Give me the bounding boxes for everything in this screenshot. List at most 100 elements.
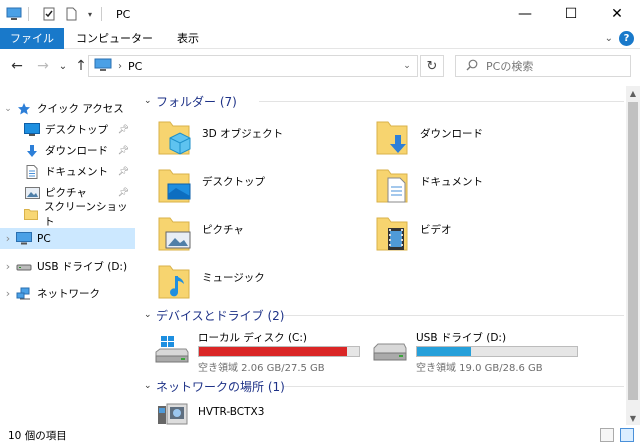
collapse-chevron-icon[interactable]: ⌄ xyxy=(0,104,16,114)
window-controls: — ☐ ✕ xyxy=(502,0,640,28)
group-title: デバイスとドライブ (2) xyxy=(156,308,285,323)
breadcrumb-separator[interactable]: › xyxy=(118,61,122,72)
view-switcher xyxy=(600,428,634,442)
videos-folder-icon xyxy=(374,214,410,254)
sidebar-item-label: USB ドライブ (D:) xyxy=(37,261,128,273)
folder-item-videos[interactable]: ビデオ xyxy=(358,214,568,258)
close-button[interactable]: ✕ xyxy=(594,0,640,28)
collapse-chevron-icon[interactable]: ⌄ xyxy=(144,96,156,106)
tab-view[interactable]: 表示 xyxy=(165,28,211,49)
minimize-button[interactable]: — xyxy=(502,0,548,28)
drive-item-d[interactable]: USB ドライブ (D:) 空き領域 19.0 GB/28.6 GB xyxy=(358,330,588,374)
sidebar-item-desktop[interactable]: デスクトップ 📌︎ xyxy=(0,119,135,140)
pc-app-icon[interactable] xyxy=(6,6,22,22)
pictures-folder-icon xyxy=(156,214,192,254)
pin-icon: 📌︎ xyxy=(117,145,129,156)
music-folder-icon xyxy=(156,262,192,302)
folder-name: ドキュメント xyxy=(420,176,483,188)
breadcrumb-pc[interactable]: PC xyxy=(128,60,142,73)
expand-ribbon-icon[interactable]: ⌄ xyxy=(605,33,613,44)
sidebar-item-usb-drive[interactable]: › USB ドライブ (D:) xyxy=(0,256,135,277)
sidebar-item-network[interactable]: › ネットワーク xyxy=(0,283,135,304)
customize-toolbar-icon[interactable]: ▾ xyxy=(85,6,95,22)
pictures-icon xyxy=(24,185,40,201)
collapse-chevron-icon[interactable]: ⌄ xyxy=(144,310,156,320)
sidebar-item-label: クイック アクセス xyxy=(37,103,124,115)
download-icon xyxy=(24,143,40,159)
folder-icon xyxy=(24,206,40,222)
scroll-up-arrow-icon[interactable]: ▲ xyxy=(626,86,640,100)
tab-computer[interactable]: コンピューター xyxy=(64,28,165,49)
new-folder-icon[interactable] xyxy=(63,6,79,22)
network-icon xyxy=(16,286,32,302)
drive-name: USB ドライブ (D:) xyxy=(416,332,507,344)
drive-name: ローカル ディスク (C:) xyxy=(198,332,308,344)
folder-item-documents[interactable]: ドキュメント xyxy=(358,166,568,210)
expand-chevron-icon[interactable]: › xyxy=(0,260,16,273)
folder-name: ダウンロード xyxy=(420,128,483,140)
drive-usage-fill xyxy=(199,347,347,356)
back-button[interactable]: ← xyxy=(8,58,26,74)
documents-folder-icon xyxy=(374,166,410,206)
expand-chevron-icon[interactable]: › xyxy=(0,287,16,300)
documents-icon xyxy=(24,164,40,180)
scrollbar-thumb[interactable] xyxy=(628,102,638,400)
sidebar-item-screenshots[interactable]: スクリーンショット xyxy=(0,201,135,228)
address-dropdown-icon[interactable]: ⌄ xyxy=(397,56,417,76)
address-bar[interactable]: › PC ⌄ xyxy=(88,55,418,77)
windows-drive-icon xyxy=(154,336,190,369)
group-header-network[interactable]: ⌄ ネットワークの場所 (1) xyxy=(144,377,624,395)
media-device-icon xyxy=(156,402,190,426)
drive-item-c[interactable]: ローカル ディスク (C:) 空き領域 2.06 GB/27.5 GB xyxy=(140,330,370,374)
group-header-drives[interactable]: ⌄ デバイスとドライブ (2) xyxy=(144,306,624,324)
folder-item-3d-objects[interactable]: 3D オブジェクト xyxy=(140,118,350,162)
tiles-view-icon[interactable] xyxy=(620,428,634,442)
divider xyxy=(101,7,102,21)
status-bar: 10 個の項目 xyxy=(0,425,640,445)
desktop-folder-icon xyxy=(156,166,192,206)
3d-objects-icon xyxy=(156,118,192,158)
properties-icon[interactable] xyxy=(41,6,57,22)
usb-drive-icon xyxy=(372,336,408,369)
maximize-button[interactable]: ☐ xyxy=(548,0,594,28)
drive-free-space: 空き領域 2.06 GB/27.5 GB xyxy=(198,363,325,374)
group-header-folders[interactable]: ⌄ フォルダー (7) xyxy=(144,92,624,110)
sidebar-item-label: ネットワーク xyxy=(37,288,100,300)
title-bar: ▾ PC — ☐ ✕ xyxy=(0,0,640,28)
folder-name: ビデオ xyxy=(420,224,452,236)
group-title: フォルダー (7) xyxy=(156,94,237,109)
network-item-hvtr[interactable]: HVTR-BCTX3 xyxy=(140,400,370,426)
usb-drive-icon xyxy=(16,259,32,275)
search-input[interactable]: PCの検索 xyxy=(455,55,631,77)
folder-item-downloads[interactable]: ダウンロード xyxy=(358,118,568,162)
search-placeholder: PCの検索 xyxy=(486,60,534,73)
details-view-icon[interactable] xyxy=(600,428,614,442)
window-title: PC xyxy=(116,7,131,21)
sidebar-item-downloads[interactable]: ダウンロード 📌︎ xyxy=(0,140,135,161)
divider xyxy=(284,315,624,316)
drive-usage-bar xyxy=(416,346,578,357)
help-button[interactable]: ? xyxy=(619,31,634,46)
folder-name: 3D オブジェクト xyxy=(202,128,284,140)
folder-item-desktop[interactable]: デスクトップ xyxy=(140,166,350,210)
sidebar-item-quick-access[interactable]: ⌄ クイック アクセス xyxy=(0,98,135,119)
folder-item-pictures[interactable]: ピクチャ xyxy=(140,214,350,258)
sidebar-item-documents[interactable]: ドキュメント 📌︎ xyxy=(0,161,135,182)
divider xyxy=(284,386,624,387)
scroll-down-arrow-icon[interactable]: ▼ xyxy=(626,411,640,425)
sidebar-item-pc[interactable]: › PC xyxy=(0,228,135,249)
vertical-scrollbar[interactable]: ▲ ▼ xyxy=(626,86,640,425)
sidebar-item-label: PC xyxy=(37,232,51,245)
collapse-chevron-icon[interactable]: ⌄ xyxy=(144,381,156,391)
recent-locations-button[interactable]: ⌄ xyxy=(54,61,72,72)
tab-file[interactable]: ファイル xyxy=(0,27,64,49)
folder-name: ピクチャ xyxy=(202,224,244,236)
refresh-button[interactable]: ↻ xyxy=(420,55,444,77)
divider xyxy=(28,7,29,21)
folder-item-music[interactable]: ミュージック xyxy=(140,262,350,306)
expand-chevron-icon[interactable]: › xyxy=(0,232,16,245)
pin-icon: 📌︎ xyxy=(117,187,129,198)
navigation-bar: ← → ⌄ ↑ › PC ⌄ ↻ PCの検索 xyxy=(0,49,640,83)
drive-usage-fill xyxy=(417,347,471,356)
forward-button[interactable]: → xyxy=(34,58,52,74)
